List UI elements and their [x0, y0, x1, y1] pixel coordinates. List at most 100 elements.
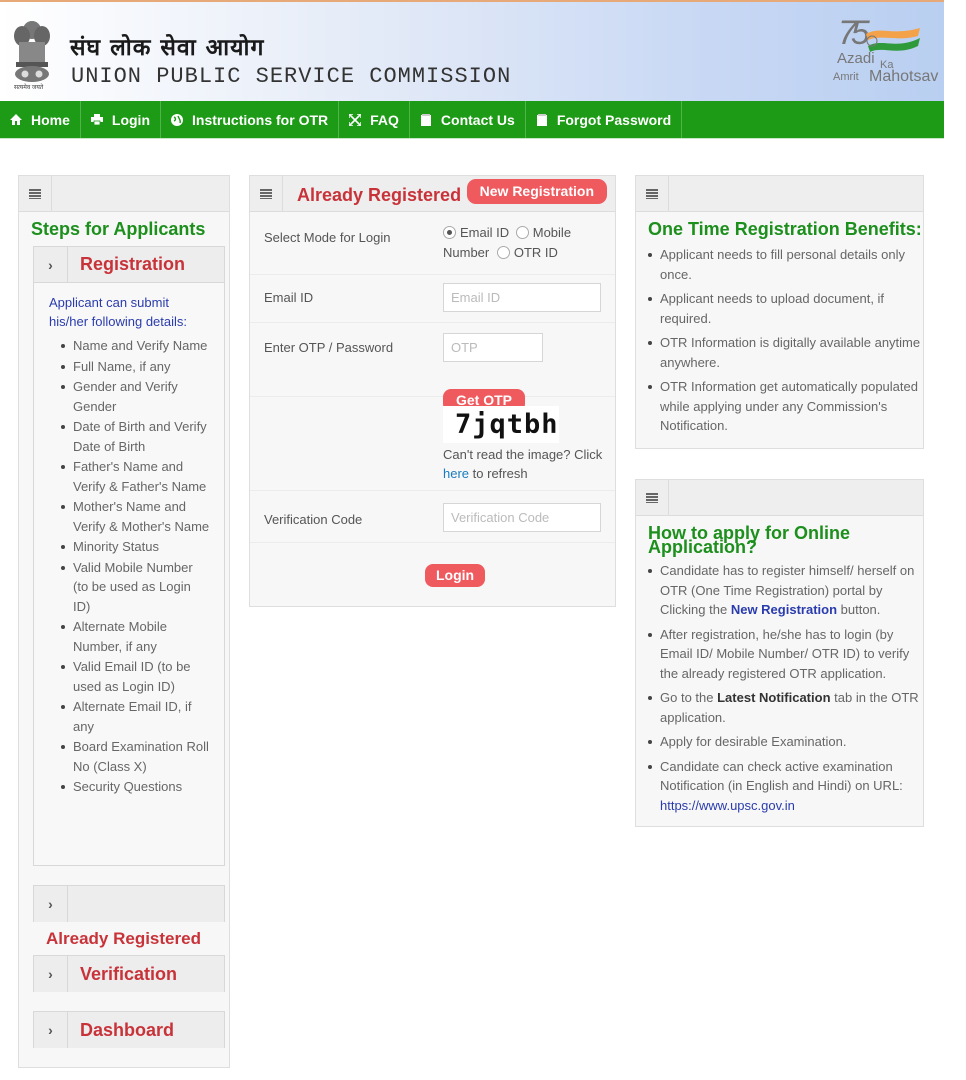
nav-home-label: Home — [31, 111, 70, 128]
registration-title: Registration — [80, 254, 186, 274]
list-item: Applicant needs to upload document, if r… — [648, 289, 923, 328]
benefits-title: One Time Registration Benefits: — [648, 219, 922, 239]
menu-icon[interactable] — [250, 175, 283, 212]
login-panel-title: Already Registered — [297, 184, 462, 205]
dashboard-accordion-header[interactable]: › Dashboard — [34, 1012, 224, 1048]
list-item: Candidate has to register himself/ herse… — [648, 561, 925, 620]
how-to-apply-panel: How to apply for Online Application? Can… — [635, 479, 924, 827]
nav-forgot-label: Forgot Password — [556, 111, 672, 128]
registration-accordion: › Registration Applicant can submit his/… — [33, 246, 225, 866]
amrit-text: Amrit — [833, 71, 859, 83]
list-item: After registration, he/she has to login … — [648, 625, 925, 684]
otp-input[interactable]: OTP — [443, 333, 543, 362]
english-title: UNION PUBLIC SERVICE COMMISSION — [71, 64, 512, 89]
verification-accordion-header[interactable]: › Verification — [34, 956, 224, 992]
captcha-refresh-link[interactable]: here — [443, 466, 469, 481]
radio-otr-id-label: OTR ID — [513, 245, 558, 260]
captcha-help-text: Can't read the image? Click here to refr… — [443, 445, 613, 483]
nav-forgot-password[interactable]: Forgot Password — [526, 101, 683, 138]
login-mode-row: Select Mode for Login Email ID Mobile Nu… — [250, 213, 615, 275]
login-mode-label: Select Mode for Login — [264, 230, 391, 245]
printer-icon — [90, 113, 104, 127]
email-input[interactable]: Email ID — [443, 283, 601, 312]
already-registered-accordion-header[interactable]: › — [34, 886, 224, 922]
nav-faq[interactable]: FAQ — [339, 101, 410, 138]
list-item: Mother's Name and Verify & Mother's Name — [61, 497, 210, 536]
how-to-apply-title: How to apply for Online Application? — [648, 523, 850, 557]
list-item: Go to the Latest Notification tab in the… — [648, 688, 925, 727]
document-icon — [419, 113, 433, 127]
verification-accordion: › Verification — [33, 955, 225, 992]
captcha-image: 7jqtbh — [443, 406, 559, 443]
radio-email-id[interactable] — [443, 226, 456, 239]
otr-benefits-panel: One Time Registration Benefits: Applican… — [635, 175, 924, 449]
globe-icon — [170, 113, 184, 127]
azadi-75: 75 — [838, 14, 870, 52]
radio-mobile-number[interactable] — [515, 226, 529, 239]
registration-body: Applicant can submit his/her following d… — [34, 283, 224, 812]
dashboard-title: Dashboard — [80, 1019, 175, 1040]
nav-contact-us[interactable]: Contact Us — [410, 101, 526, 138]
otp-row: Enter OTP / Password OTP Get OTP — [250, 323, 615, 412]
login-mode-radio-group: Email ID Mobile Number OTR ID — [443, 223, 613, 263]
list-item: Applicant needs to fill personal details… — [648, 245, 923, 284]
list-item: Valid Email ID (to be used as Login ID) — [61, 657, 210, 696]
site-header: सत्यमेव जयते संघ लोक सेवा आयोग UNION PUB… — [0, 0, 944, 101]
radio-otr-id[interactable] — [496, 246, 510, 259]
menu-icon[interactable] — [19, 175, 52, 212]
list-item: Gender and Verify Gender — [61, 377, 210, 416]
login-panel: Already Registered New Registration Sele… — [249, 175, 616, 607]
azadi-text: Azadi — [837, 50, 875, 67]
email-row: Email ID Email ID — [250, 275, 615, 323]
list-item: Minority Status — [61, 537, 210, 557]
list-item: OTR Information get automatically popula… — [648, 377, 923, 436]
nav-instructions-label: Instructions for OTR — [192, 111, 329, 128]
list-item: Valid Mobile Number (to be used as Login… — [61, 558, 210, 617]
how-to-apply-panel-header — [636, 479, 923, 516]
login-button[interactable]: Login — [425, 564, 486, 587]
captcha-help-prefix: Can't read the image? Click — [443, 447, 603, 462]
email-label: Email ID — [264, 290, 314, 305]
steps-panel: Steps for Applicants › Registration Appl… — [18, 175, 230, 1068]
list-item: Apply for desirable Examination. — [648, 732, 925, 752]
already-registered-accordion: › — [33, 885, 225, 922]
menu-icon[interactable] — [636, 175, 669, 212]
registration-accordion-header[interactable]: › Registration — [34, 247, 224, 283]
how-to-apply-list: Candidate has to register himself/ herse… — [648, 561, 925, 820]
nav-home[interactable]: Home — [0, 101, 81, 138]
list-item: Candidate can check active examination N… — [648, 757, 925, 816]
hindi-title: संघ लोक सेवा आयोग — [70, 35, 265, 61]
nav-faq-label: FAQ — [370, 111, 399, 128]
nav-login[interactable]: Login — [81, 101, 162, 138]
otp-label: Enter OTP / Password — [264, 340, 394, 355]
list-item: Name and Verify Name — [61, 336, 210, 356]
azadi-ka-amrit-mahotsav-logo: 75 Azadi Ka Amrit Mahotsav — [832, 14, 942, 94]
mahotsav-text: Mahotsav — [869, 68, 939, 85]
verification-code-input[interactable]: Verification Code — [443, 503, 601, 532]
home-icon — [9, 113, 23, 127]
nav-instructions-otr[interactable]: Instructions for OTR — [161, 101, 340, 138]
list-item: Father's Name and Verify & Father's Name — [61, 457, 210, 496]
radio-email-id-label: Email ID — [460, 225, 510, 240]
chevron-right-icon: › — [34, 1012, 68, 1048]
verification-title: Verification — [80, 963, 178, 984]
benefits-panel-header — [636, 175, 923, 212]
new-registration-button[interactable]: New Registration — [466, 179, 607, 204]
expand-icon — [348, 113, 362, 127]
menu-icon[interactable] — [636, 479, 669, 516]
chevron-right-icon: › — [34, 886, 68, 922]
list-item: Board Examination Roll No (Class X) — [61, 737, 210, 776]
steps-title: Steps for Applicants — [31, 219, 206, 239]
verification-row: Verification Code Verification Code — [250, 491, 615, 543]
nav-login-label: Login — [111, 111, 151, 128]
verification-label: Verification Code — [264, 512, 363, 527]
item-text: button. — [840, 602, 881, 617]
upsc-website-link[interactable]: https://www.upsc.gov.in — [660, 798, 795, 813]
list-item: Date of Birth and Verify Date of Birth — [61, 417, 210, 456]
item-text: Go to the — [660, 690, 714, 705]
list-item: Full Name, if any — [61, 357, 210, 377]
registration-details-list: Name and Verify Name Full Name, if any G… — [49, 336, 210, 797]
national-emblem-logo — [14, 21, 50, 82]
main-nav: Home Login Instructions for OTR FAQ Cont… — [0, 101, 944, 139]
chevron-right-icon: › — [34, 956, 68, 992]
